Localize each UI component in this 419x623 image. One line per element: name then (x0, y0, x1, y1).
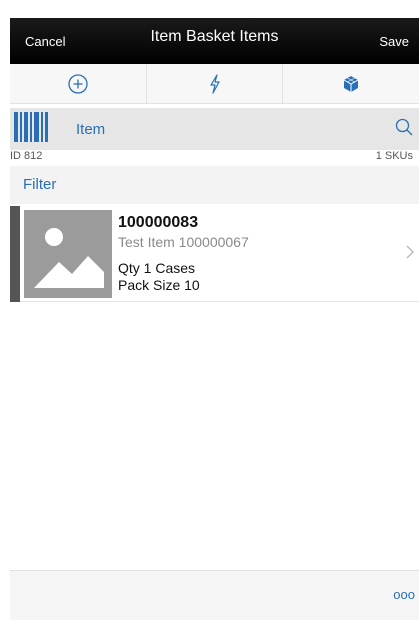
sku-count: 1 SKUs (375, 150, 413, 162)
page-title: Item Basket Items (150, 28, 279, 45)
item-quantity: Qty 1 Cases (118, 260, 196, 276)
save-button[interactable]: Save (379, 34, 409, 49)
dimension-button[interactable] (283, 64, 419, 103)
image-placeholder-icon (34, 228, 104, 288)
action-toolbar (10, 64, 419, 104)
nav-bar: Cancel Item Basket Items Save (10, 18, 419, 64)
footer-bar: ooo (10, 570, 419, 620)
filter-label: Filter (23, 176, 57, 193)
chevron-right-icon (406, 245, 414, 259)
more-options-button[interactable]: ooo (393, 587, 415, 602)
item-id: 100000083 (118, 214, 199, 231)
cube-icon (343, 75, 359, 92)
selection-indicator (10, 206, 20, 302)
list-item[interactable]: 100000083 Test Item 100000067 Qty 1 Case… (10, 206, 419, 302)
add-button[interactable] (10, 64, 147, 103)
lightning-icon (209, 73, 220, 94)
add-circle-icon (68, 73, 88, 94)
item-pack-size: Pack Size 10 (118, 277, 200, 293)
quick-action-button[interactable] (147, 64, 284, 103)
search-icon[interactable] (395, 118, 413, 136)
scan-item-bar[interactable]: Item (10, 108, 419, 150)
scan-item-label: Item (76, 121, 106, 138)
basket-id: ID 812 (10, 150, 43, 162)
filter-bar[interactable]: Filter (10, 166, 419, 204)
barcode-icon (14, 112, 48, 142)
item-thumbnail (24, 210, 112, 298)
item-description: Test Item 100000067 (118, 234, 249, 250)
